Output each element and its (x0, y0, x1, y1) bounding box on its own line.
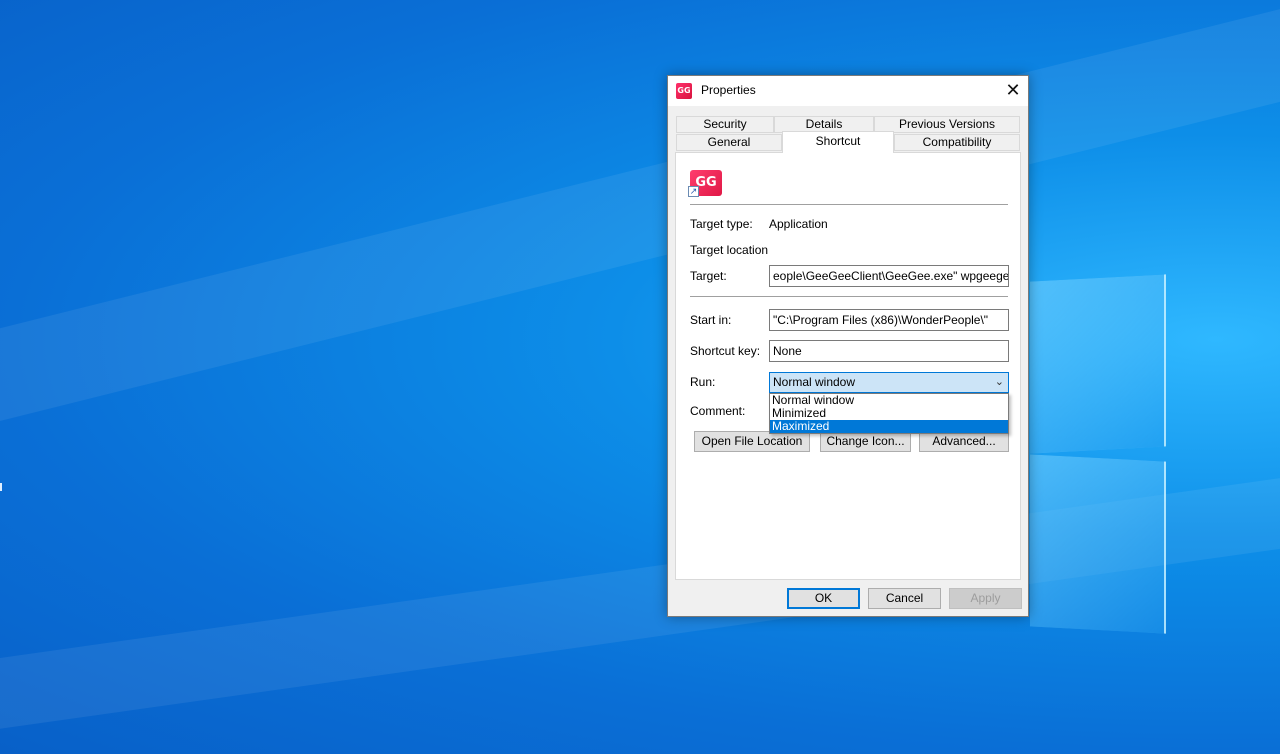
run-select[interactable]: Normal window ⌄ (769, 372, 1009, 393)
apply-button[interactable]: Apply (949, 588, 1022, 609)
desktop-background (0, 0, 1280, 754)
target-type-value: Application (769, 217, 828, 231)
target-location-label: Target location (690, 243, 769, 257)
target-label: Target: (690, 269, 727, 283)
target-type-label: Target type: (690, 217, 753, 231)
run-select-value: Normal window (773, 375, 856, 389)
tab-general[interactable]: General (676, 134, 782, 151)
properties-dialog: GG Properties ✕ Security Details Previou… (667, 75, 1029, 617)
tab-security[interactable]: Security (676, 116, 774, 133)
shortcut-key-input[interactable]: None (769, 340, 1009, 362)
start-in-input[interactable]: "C:\Program Files (x86)\WonderPeople\" (769, 309, 1009, 331)
separator (690, 296, 1008, 297)
comment-label: Comment: (690, 404, 746, 418)
dialog-title: Properties (701, 83, 756, 97)
target-input[interactable]: eople\GeeGeeClient\GeeGee.exe" wpgeegee:… (769, 265, 1009, 287)
separator (690, 204, 1008, 205)
run-dropdown-list: Normal window Minimized Maximized (769, 393, 1009, 434)
ok-button[interactable]: OK (787, 588, 860, 609)
chevron-down-icon[interactable]: ⌄ (995, 373, 1004, 392)
shortcut-arrow-icon: ↗ (688, 186, 699, 197)
shortcut-key-label: Shortcut key: (690, 344, 761, 358)
title-bar[interactable]: GG Properties ✕ (668, 76, 1028, 106)
tab-previous-versions[interactable]: Previous Versions (874, 116, 1020, 133)
advanced-button[interactable]: Advanced... (919, 431, 1009, 452)
tab-compatibility[interactable]: Compatibility (894, 134, 1020, 151)
close-icon[interactable]: ✕ (998, 76, 1028, 106)
desktop-icon-fragment (0, 483, 2, 491)
run-option-maximized[interactable]: Maximized (770, 420, 1008, 433)
windows-logo-pane (1030, 454, 1166, 634)
app-icon: GG (676, 83, 692, 99)
run-label: Run: (690, 375, 716, 389)
windows-logo-pane (1030, 274, 1166, 454)
open-file-location-button[interactable]: Open File Location (694, 431, 810, 452)
change-icon-button[interactable]: Change Icon... (820, 431, 911, 452)
start-in-label: Start in: (690, 313, 732, 327)
tab-shortcut[interactable]: Shortcut (782, 131, 894, 153)
cancel-button[interactable]: Cancel (868, 588, 941, 609)
shortcut-panel: GG ↗ Target type: Application Target loc… (675, 152, 1021, 580)
